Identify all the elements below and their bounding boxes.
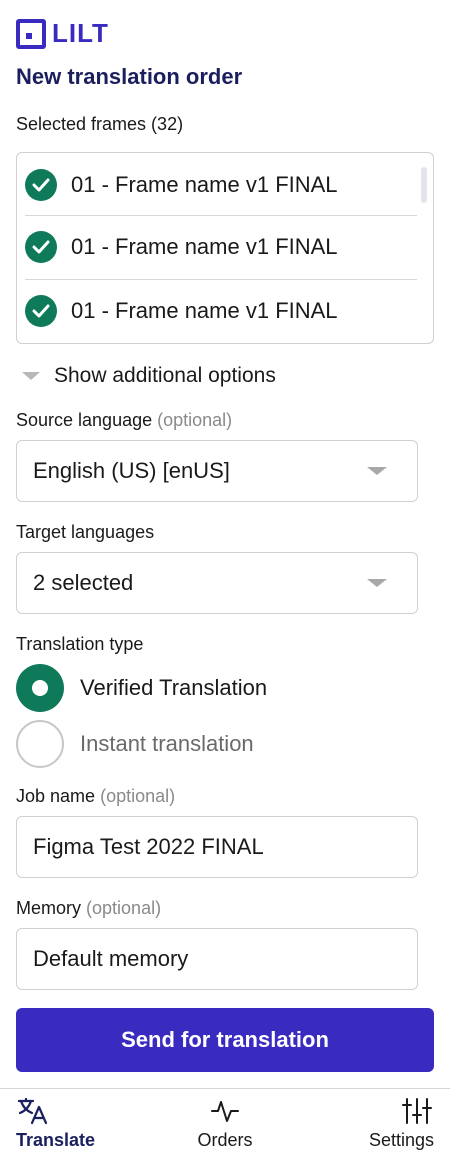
source-language-value: English (US) [enUS] <box>33 458 230 483</box>
chevron-down-icon <box>367 467 387 475</box>
memory-label: Memory (optional) <box>16 898 161 919</box>
source-language-label-text: Source language <box>16 410 153 430</box>
target-languages-value: 2 selected <box>33 570 134 595</box>
frame-name: 01 - Frame name v1 FINAL <box>71 172 338 197</box>
source-language-select[interactable]: English (US) [enUS] <box>16 440 418 502</box>
job-name-label: Job name (optional) <box>16 786 175 807</box>
lilt-logo: LILT <box>16 18 109 49</box>
nav-settings-label: Settings <box>368 1130 434 1150</box>
send-for-translation-button[interactable]: Send for translation <box>16 1008 434 1072</box>
page-title: New translation order <box>16 64 243 89</box>
show-additional-options-toggle[interactable]: Show additional options <box>22 364 276 388</box>
radio-verified-translation[interactable]: Verified Translation <box>16 664 267 712</box>
memory-input[interactable] <box>16 928 418 990</box>
sliders-icon <box>400 1096 434 1126</box>
target-languages-select[interactable]: 2 selected <box>16 552 418 614</box>
logo-mark-icon <box>16 18 46 49</box>
radio-label: Instant translation <box>80 731 254 756</box>
job-name-input[interactable] <box>16 816 418 878</box>
frame-item[interactable]: 01 - Frame name v1 FINAL <box>25 153 417 217</box>
nav-translate[interactable]: Translate <box>0 1089 155 1158</box>
optional-tag: (optional) <box>157 410 233 430</box>
chevron-down-icon <box>367 579 387 587</box>
frame-item[interactable]: 01 - Frame name v1 FINAL <box>25 279 417 343</box>
job-name-label-text: Job name <box>16 786 96 806</box>
translate-icon <box>16 1096 50 1126</box>
radio-selected-icon <box>16 664 64 712</box>
nav-translate-label: Translate <box>16 1130 96 1150</box>
logo-text: LILT <box>52 18 109 48</box>
check-circle-icon <box>25 169 57 201</box>
selected-frames-label: Selected frames (32) <box>16 114 184 134</box>
optional-tag: (optional) <box>100 786 176 806</box>
show-additional-options-label: Show additional options <box>54 364 276 387</box>
nav-orders[interactable]: Orders <box>155 1089 294 1158</box>
target-languages-label: Target languages <box>16 522 155 542</box>
optional-tag: (optional) <box>86 898 162 918</box>
nav-settings[interactable]: Settings <box>295 1089 450 1158</box>
bottom-nav: Translate Orders Settings <box>0 1088 450 1158</box>
frame-name: 01 - Frame name v1 FINAL <box>71 298 338 323</box>
nav-orders-label: Orders <box>197 1130 253 1150</box>
check-circle-icon <box>25 295 57 327</box>
radio-label: Verified Translation <box>80 675 268 700</box>
frame-item[interactable]: 01 - Frame name v1 FINAL <box>25 215 417 279</box>
frame-name: 01 - Frame name v1 FINAL <box>71 234 338 259</box>
memory-label-text: Memory <box>16 898 82 918</box>
radio-unselected-icon <box>16 720 64 768</box>
check-circle-icon <box>25 231 57 263</box>
activity-icon <box>208 1096 242 1126</box>
frames-list[interactable]: 01 - Frame name v1 FINAL 01 - Frame name… <box>16 152 434 344</box>
translation-type-label: Translation type <box>16 634 144 654</box>
triangle-down-icon <box>22 372 40 380</box>
frames-scrollbar[interactable] <box>421 167 427 203</box>
radio-instant-translation[interactable]: Instant translation <box>16 720 254 768</box>
source-language-label: Source language (optional) <box>16 410 232 431</box>
